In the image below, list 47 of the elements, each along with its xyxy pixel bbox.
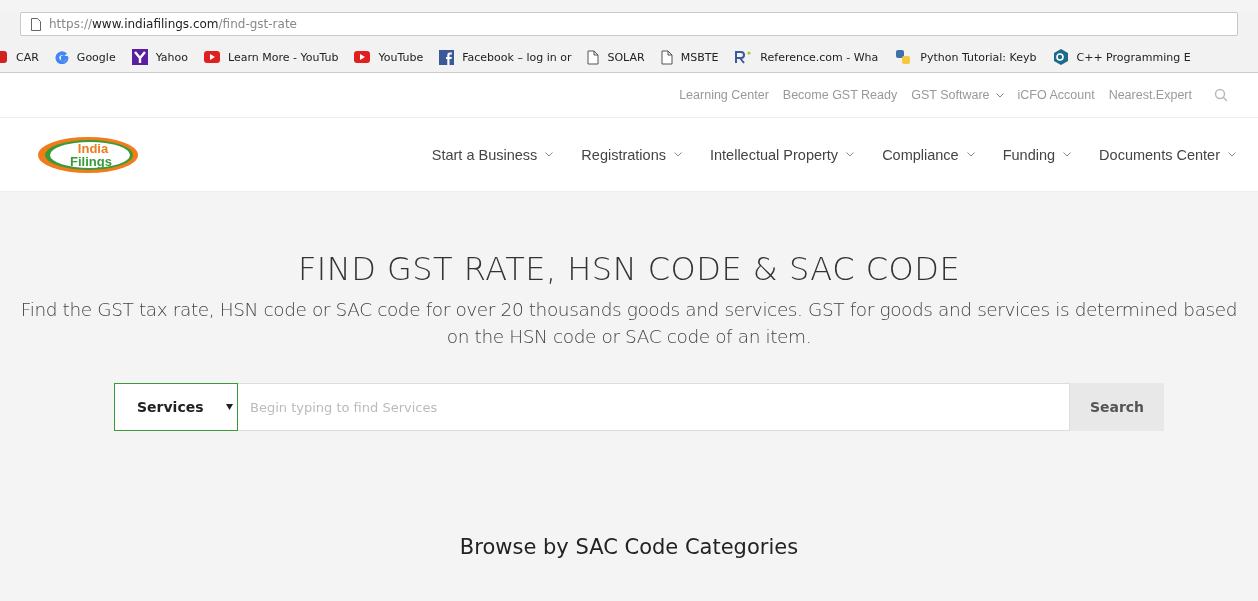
bookmark-icon xyxy=(0,50,8,64)
bookmark[interactable]: Learn More - YouTub xyxy=(204,50,339,64)
caret-icon xyxy=(1228,152,1236,157)
category-dropdown[interactable]: Services xyxy=(114,383,238,431)
nav-menu-item[interactable]: Documents Center xyxy=(1099,146,1236,163)
page-icon xyxy=(660,49,673,65)
bookmark[interactable]: Python Tutorial: Keyb xyxy=(894,48,1037,66)
section-heading: Browse by SAC Code Categories xyxy=(458,535,800,559)
nav-menu-item[interactable]: Start a Business xyxy=(431,146,554,163)
yahoo-icon xyxy=(131,49,148,65)
video-play-icon xyxy=(204,51,221,63)
nav-menu-item[interactable]: Registrations xyxy=(581,146,682,163)
video-play-icon xyxy=(354,51,371,63)
page-description: Find the GST tax rate, HSN code or SAC code for over 20 thousands goods and services. GST for goods and services is determined based on the HSN code or SAC code of an item. xyxy=(19,298,1239,349)
caret-icon xyxy=(545,152,554,157)
address-bar[interactable]: https://www.indiafilings.com/find-gst-rate xyxy=(20,12,1238,36)
bookmark[interactable]: Facebook – log in or xyxy=(439,49,572,65)
cpp-icon xyxy=(1052,49,1069,65)
nav-menu-item[interactable]: Compliance xyxy=(882,146,975,163)
search-button[interactable]: Search xyxy=(1070,383,1164,431)
search-icon[interactable] xyxy=(1214,88,1228,102)
reference-icon xyxy=(734,50,753,64)
bookmark[interactable]: Google xyxy=(54,50,116,64)
bookmark[interactable]: YouTube xyxy=(354,50,424,64)
nav-menu-item[interactable]: Funding xyxy=(1002,146,1072,163)
caret-icon xyxy=(995,92,1004,98)
page-icon xyxy=(587,49,600,65)
facebook-icon xyxy=(439,49,455,65)
bookmark[interactable]: Yahoo xyxy=(131,49,189,65)
caret-icon xyxy=(1063,152,1072,157)
url-text: https://www.indiafilings.com/find-gst-rate xyxy=(49,17,297,31)
caret-icon xyxy=(966,152,975,157)
caret-icon xyxy=(846,152,855,157)
bookmark[interactable]: SOLAR xyxy=(587,49,645,65)
google-icon xyxy=(54,50,69,64)
nav-menu-item[interactable]: Intellectual Property xyxy=(709,146,855,163)
bookmark[interactable]: C++ Programming E xyxy=(1052,49,1191,65)
bookmark[interactable]: MSBTE xyxy=(660,49,719,65)
logo[interactable]: India Filings xyxy=(36,134,140,175)
bookmark[interactable]: Reference.com - Wha xyxy=(734,50,879,64)
caret-icon xyxy=(673,152,682,157)
python-icon xyxy=(894,48,913,66)
page-icon xyxy=(31,17,41,31)
dropdown-arrow-icon xyxy=(225,404,233,410)
search-field[interactable]: Begin typing to find Services xyxy=(238,383,1070,431)
bookmark[interactable]: CAR xyxy=(0,50,39,64)
page-title: FIND GST RATE, HSN CODE & SAC CODE xyxy=(296,250,962,288)
